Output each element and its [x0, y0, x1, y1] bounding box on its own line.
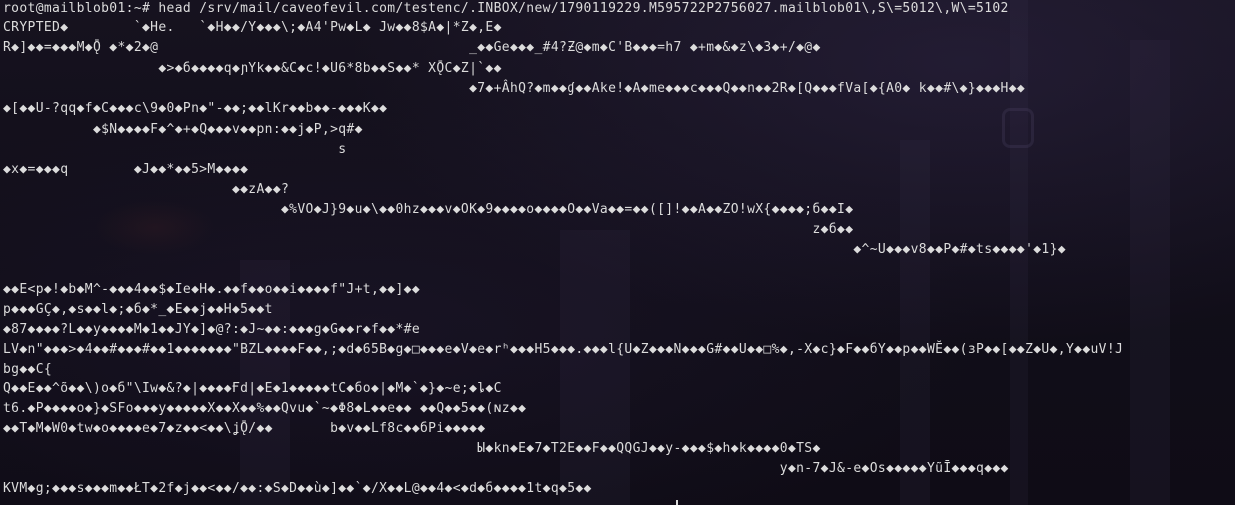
output-line: t6.◆P◆◆◆◆o◆}◆SFo◆◆◆y◆◆◆◆◆X◆◆X◆◆%◆◆Qvu◆`~…	[3, 401, 527, 416]
output-line: Q◆◆E◆◆^õ◆◆\)o◆б"\Iw◆&?◆|◆◆◆◆Ғd|◆E◆1◆◆◆◆◆…	[3, 381, 502, 396]
terminal-output[interactable]: root@mailblob01:~# head /srv/mail/caveof…	[0, 0, 1235, 505]
output-line: s	[3, 142, 347, 157]
output-line: bg◆◆C{	[3, 362, 53, 377]
output-line: CRYPTED◆ `◆He. `◆H◆◆/Y◆◆◆\;◆A4'Pw◆L◆ Jw◆…	[3, 20, 502, 35]
output-line: Ы◆kn◆E◆7◆T2E◆◆F◆◆QQGJ◆◆y-◆◆◆$◆h◆k◆◆◆◆0◆T…	[3, 441, 821, 456]
output-line: KVM◆g;◆◆◆s◆◆◆m◆◆ŁT◆2f◆j◆◆<◆◆/◆◆:◆S◆D◆◆ù◆…	[3, 481, 592, 496]
output-line: y◆n-7◆J&-e◆Os◆◆◆◆◆YũĪ◆◆◆q◆◆◆	[3, 461, 1009, 476]
output-line: ◆%VO◆J}9◆u◆\◆◆0hz◆◆◆v◆OK◆9◆◆◆◆o◆◆◆◆O◆◆Va…	[3, 202, 854, 217]
output-line: ◆◆zA◆◆?	[3, 182, 290, 197]
output-line: ◆◆E<p◆!◆b◆M^-◆◆◆4◆◆$◆Ie◆H◆.◆◆f◆◆o◆◆i◆◆◆◆…	[3, 282, 421, 297]
output-line: ◆x◆=◆◆◆q ◆J◆◆*◆◆5>M◆◆◆◆	[3, 162, 249, 177]
terminal-cursor	[676, 500, 678, 505]
output-line: ◆[◆◆U-?qq◆f◆C◆◆◆c\9◆0◆Pn◆"-◆◆;◆◆lKr◆◆b◆◆…	[3, 101, 388, 116]
output-line: p◆◆◆GÇ◆,◆s◆◆l◆;◆б◆*_◆E◆◆j◆◆H◆5◆◆t	[3, 302, 273, 317]
output-line: ◆$N◆◆◆◆F◆^◆+◆Q◆◆◆v◆◆pn:◆◆j◆P,>q#◆	[3, 122, 363, 137]
output-line: R◆]◆◆=◆◆◆M◆Ǭ ◆*◆2◆@ _◆◆Ge◆◆◆_#4?Ƶ@◆m◆C'B…	[3, 40, 821, 55]
output-line: ◆7◆+ÂhQ?◆m◆◆ɠ◆◆Ake!◆A◆me◆◆◆c◆◆◆Q◆◆n◆◆2R◆…	[3, 81, 1026, 96]
output-line: ◆>◆б◆◆◆◆q◆ɲYk◆◆&C◆c!◆U6*8b◆◆S◆◆* XǬC◆Z|`…	[3, 61, 502, 76]
output-line: ◆◆T◆M◆W0◆tw◆o◆◆◆◆e◆7◆z◆◆<◆◆\ʝǬ/◆◆ b◆v◆◆L…	[3, 421, 486, 436]
output-line: ◆^~U◆◆◆v8◆◆P◆#◆ts◆◆◆◆'◆1}◆	[3, 242, 1066, 257]
command-line: root@mailblob01:~# head /srv/mail/caveof…	[3, 1, 1009, 16]
output-line: LV◆n"◆◆◆>◆4◆◆#◆◆◆#◆◆1◆◆◆◆◆◆◆"BZL◆◆◆◆F◆◆,…	[3, 342, 1124, 357]
output-line: z◆б◆◆	[3, 222, 854, 237]
output-line: ◆87◆◆◆◆?L◆◆y◆◆◆◆M◆1◆◆JY◆]◆@?:◆J~◆◆:◆◆◆g◆…	[3, 322, 421, 337]
